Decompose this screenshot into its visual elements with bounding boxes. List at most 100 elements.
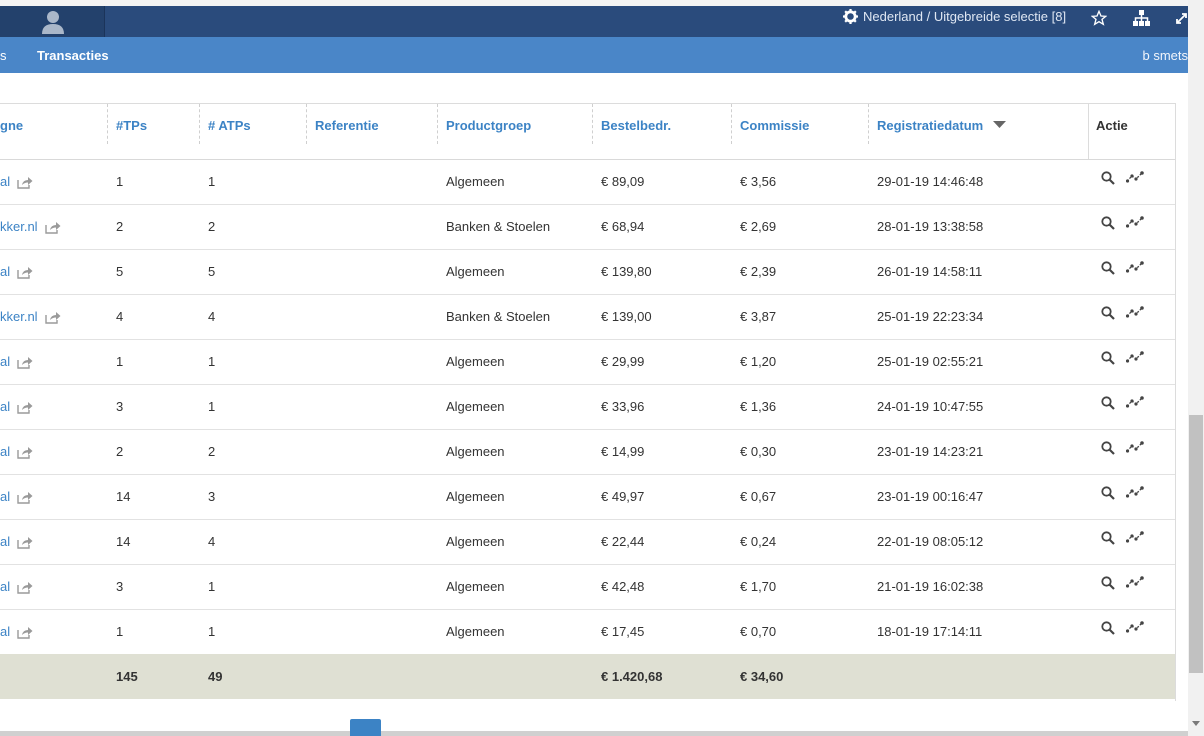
campaign-cell[interactable]: al [0,534,33,549]
productgroep-cell: Algemeen [446,489,505,504]
bestelbedrag-cell: € 68,94 [601,219,645,234]
table-row: al 1 1 Algemeen € 29,99 € 1,20 25-01-19 02:55:… [0,339,1175,385]
share-icon [44,312,61,324]
view-details-button[interactable] [1101,621,1115,638]
bestelbedrag-cell: € 33,96 [601,399,645,414]
total-bestelbedrag: € 1.420,68 [601,669,663,684]
share-icon [44,222,61,234]
view-details-button[interactable] [1101,261,1115,278]
vertical-scrollbar[interactable] [1188,0,1204,736]
favorites-button[interactable] [1090,9,1108,31]
user-name[interactable]: b smets [1142,48,1188,63]
atps-cell: 1 [208,579,216,594]
campaign-link[interactable]: al [0,354,10,369]
column-header-referentie[interactable]: Referentie [315,104,379,145]
campaign-link[interactable]: al [0,174,10,189]
view-trend-button[interactable] [1125,396,1144,411]
campaign-link[interactable]: al [0,264,10,279]
bestelbedrag-cell: € 89,09 [601,174,645,189]
table-row: kker.nl 2 2 Banken & Stoelen € 68,94 € 2,69 28… [0,204,1175,250]
view-details-button[interactable] [1101,531,1115,548]
campaign-cell[interactable]: kker.nl [0,309,61,324]
table-row: al 14 3 Algemeen € 49,97 € 0,67 23-01-19 00:16… [0,474,1175,520]
campaign-cell[interactable]: al [0,174,33,189]
expand-button[interactable] [1175,9,1188,30]
column-divider [199,104,200,144]
atps-cell: 1 [208,174,216,189]
column-divider [592,104,593,144]
search-icon [1101,306,1115,320]
campaign-cell[interactable]: al [0,489,33,504]
commissie-cell: € 0,70 [740,624,777,639]
view-trend-button[interactable] [1125,621,1144,636]
campaign-link[interactable]: kker.nl [0,219,38,234]
campaign-link[interactable]: al [0,579,10,594]
productgroep-cell: Algemeen [446,624,505,639]
column-header-commissie[interactable]: Commissie [740,104,809,145]
region-selector[interactable]: Nederland / Uitgebreide selectie [8] [843,9,1066,24]
tps-cell: 14 [116,489,131,504]
view-trend-button[interactable] [1125,261,1144,276]
campaign-link[interactable]: al [0,444,10,459]
view-trend-button[interactable] [1125,306,1144,321]
view-trend-button[interactable] [1125,531,1144,546]
nav-item-transacties[interactable]: Transacties [37,48,109,63]
campaign-link[interactable]: al [0,399,10,414]
campaign-cell[interactable]: al [0,354,33,369]
view-details-button[interactable] [1101,351,1115,368]
view-details-button[interactable] [1101,576,1115,593]
pagination-current-page[interactable] [350,719,381,736]
column-header-tps[interactable]: #TPs [116,104,147,145]
column-header-atps[interactable]: # ATPs [208,104,251,145]
view-trend-button[interactable] [1125,216,1144,231]
campaign-link[interactable]: al [0,534,10,549]
share-icon [17,177,33,189]
view-details-button[interactable] [1101,171,1115,188]
view-details-button[interactable] [1101,486,1115,503]
column-divider [868,104,869,144]
trend-icon [1125,306,1144,318]
atps-cell: 1 [208,399,216,414]
campaign-cell[interactable]: al [0,579,33,594]
view-details-button[interactable] [1101,306,1115,323]
campaign-link[interactable]: kker.nl [0,309,38,324]
campaign-cell[interactable]: al [0,399,33,414]
share-icon [17,627,33,639]
view-details-button[interactable] [1101,216,1115,233]
total-atps: 49 [208,669,223,684]
scrollbar-thumb[interactable] [1189,415,1203,673]
top-bar: Nederland / Uitgebreide selectie [8] [0,0,1190,37]
view-details-button[interactable] [1101,396,1115,413]
productgroep-cell: Banken & Stoelen [446,309,551,324]
share-icon [17,492,33,504]
horizontal-scrollbar[interactable] [0,731,1188,736]
column-header-campagne[interactable]: gne [0,104,23,145]
view-trend-button[interactable] [1125,171,1144,186]
column-header-productgroep[interactable]: Productgroep [446,104,531,145]
column-divider [437,104,438,144]
campaign-cell[interactable]: al [0,624,33,639]
view-trend-button[interactable] [1125,486,1144,501]
sitemap-button[interactable] [1133,10,1150,31]
campaign-link[interactable]: al [0,624,10,639]
column-header-registratiedatum[interactable]: Registratiedatum [877,104,1006,145]
nav-item-partial[interactable]: s [0,48,7,63]
campaign-cell[interactable]: al [0,444,33,459]
column-header-bestelbedrag[interactable]: Bestelbedr. [601,104,671,145]
commissie-cell: € 3,87 [740,309,777,324]
datum-cell: 22-01-19 08:05:12 [877,534,984,549]
tps-cell: 3 [116,399,124,414]
view-details-button[interactable] [1101,441,1115,458]
view-trend-button[interactable] [1125,441,1144,456]
commissie-cell: € 1,70 [740,579,777,594]
avatar[interactable] [0,6,105,37]
trend-icon [1125,396,1144,408]
view-trend-button[interactable] [1125,351,1144,366]
view-trend-button[interactable] [1125,576,1144,591]
scroll-down-arrow[interactable] [1192,721,1200,726]
campaign-cell[interactable]: kker.nl [0,219,61,234]
table-row: al 1 1 Algemeen € 17,45 € 0,70 18-01-19 17:14:… [0,609,1175,655]
commissie-cell: € 2,39 [740,264,777,279]
campaign-link[interactable]: al [0,489,10,504]
campaign-cell[interactable]: al [0,264,33,279]
